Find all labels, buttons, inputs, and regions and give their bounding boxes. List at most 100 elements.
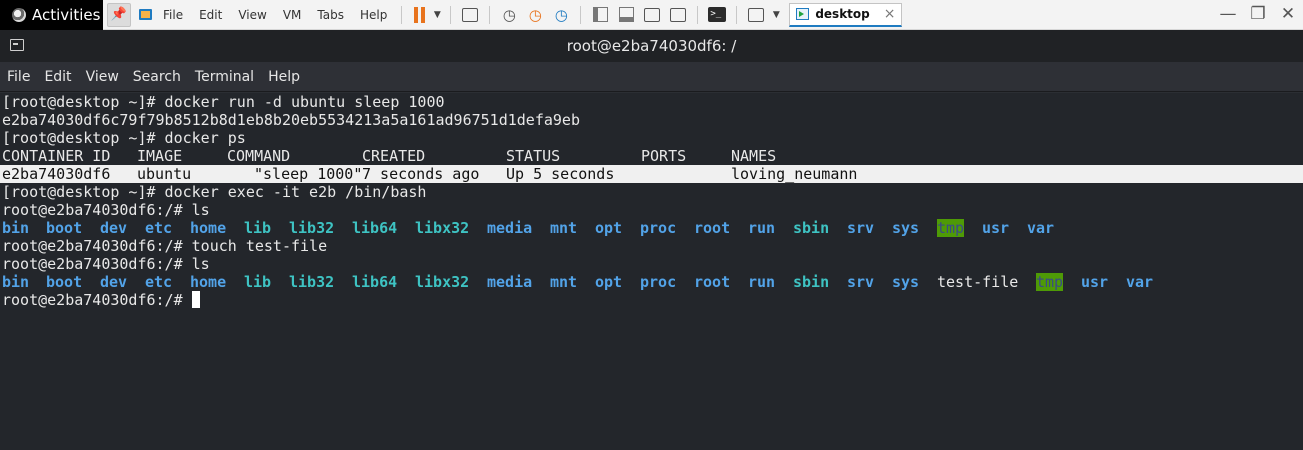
terminal-titlebar: root@e2ba74030df6: / [0, 30, 1303, 62]
ps-header-container-id: CONTAINER ID [2, 147, 111, 165]
docker-ps-row[interactable]: e2ba74030df6 ubuntu "sleep 1000" 7 secon… [2, 165, 1302, 183]
snapshot-icon[interactable]: ◷ [496, 3, 522, 27]
revert-snapshot-icon[interactable]: ◷ [522, 3, 548, 27]
ls-entry: libx32 [415, 219, 470, 237]
menu-file[interactable]: File [155, 3, 191, 27]
ls-entry: var [1126, 273, 1154, 291]
vm-tab-label: desktop [815, 7, 870, 21]
show-library-icon[interactable] [587, 3, 613, 27]
show-thumbnail-bar-icon[interactable] [613, 3, 639, 27]
ls-entry: lib [244, 219, 272, 237]
docker-ps-header: CONTAINER ID IMAGE COMMAND CREATED STATU… [2, 147, 1302, 165]
ls-entry: mnt [550, 273, 578, 291]
terminal-menu-view[interactable]: View [79, 69, 126, 85]
vmware-toolbar: 📌 File Edit View VM Tabs Help ▼ ◷ ◷ ◷ >_… [103, 0, 1303, 30]
ps-header-image: IMAGE [137, 147, 183, 165]
terminal-menu-help[interactable]: Help [261, 69, 307, 85]
terminal-menu-file[interactable]: File [0, 69, 37, 85]
ls-entry: sys [892, 273, 920, 291]
ls-entry: media [487, 219, 533, 237]
ls-entry: media [487, 273, 533, 291]
ls-entry: proc [640, 273, 677, 291]
ps-header-command: COMMAND [227, 147, 291, 165]
gnome-logo-icon [12, 8, 26, 22]
ls-entry: lib [244, 273, 272, 291]
ls-entry: run [748, 273, 776, 291]
maximize-icon[interactable]: ❐ [1243, 4, 1273, 24]
menu-edit[interactable]: Edit [191, 3, 230, 27]
terminal-output[interactable]: [root@desktop ~]# docker run -d ubuntu s… [0, 93, 1303, 450]
menu-vm[interactable]: VM [275, 3, 310, 27]
terminal-window-icon[interactable] [10, 39, 24, 51]
ps-cell-container-id: e2ba74030df6 [2, 165, 111, 183]
chevron-down-icon[interactable]: ▼ [769, 3, 783, 27]
toolbar-separator [489, 5, 491, 24]
ps-header-ports: PORTS [641, 147, 687, 165]
text-cursor [191, 291, 200, 308]
ps-header-status: STATUS [506, 147, 561, 165]
ls-entry: opt [595, 273, 623, 291]
ls-entry: bin [2, 273, 30, 291]
terminal-menu-edit[interactable]: Edit [37, 69, 78, 85]
ls-output-2: bin boot dev etc home lib lib32 lib64 li… [2, 273, 1302, 291]
vm-running-icon [796, 8, 810, 20]
full-screen-icon[interactable] [639, 3, 665, 27]
terminal-line: [root@desktop ~]# docker exec -it e2b /b… [2, 183, 427, 201]
stretch-guest-icon[interactable] [743, 3, 769, 27]
ls-entry: srv [847, 219, 875, 237]
terminal-line: [root@desktop ~]# docker ps [2, 129, 246, 147]
ls-entry: boot [46, 219, 83, 237]
menu-view[interactable]: View [230, 3, 274, 27]
ls-entry: usr [1081, 273, 1109, 291]
ls-entry: bin [2, 219, 30, 237]
ls-entry: root [694, 273, 731, 291]
terminal-line: e2ba74030df6c79f79b8512b8d1eb8b20eb55342… [2, 111, 580, 129]
ls-entry: dev [100, 273, 128, 291]
ls-entry: sys [892, 219, 920, 237]
top-bar: Activities 📌 File Edit View VM Tabs Help… [0, 0, 1303, 30]
ls-entry: tmp [937, 219, 965, 237]
ls-entry: run [748, 219, 776, 237]
terminal-menu-terminal[interactable]: Terminal [188, 69, 261, 85]
ls-entry: etc [145, 219, 173, 237]
close-icon[interactable]: × [884, 6, 896, 22]
ls-entry: opt [595, 219, 623, 237]
ls-entry: boot [46, 273, 83, 291]
ls-entry: lib64 [352, 273, 398, 291]
ps-cell-status: Up 5 seconds [506, 165, 615, 183]
snapshot-manager-icon[interactable]: ◷ [548, 3, 574, 27]
ps-header-names: NAMES [731, 147, 777, 165]
terminal-menu-search[interactable]: Search [126, 69, 188, 85]
menu-tabs[interactable]: Tabs [309, 3, 352, 27]
vmware-logo-icon[interactable] [135, 3, 155, 27]
unity-icon[interactable] [665, 3, 691, 27]
activities-label: Activities [32, 6, 101, 24]
console-view-icon[interactable]: >_ [704, 3, 730, 27]
chevron-down-icon[interactable]: ▼ [430, 3, 444, 27]
send-ctrl-alt-del-icon[interactable] [457, 3, 483, 27]
ps-cell-image: ubuntu [137, 165, 192, 183]
menu-help[interactable]: Help [352, 3, 395, 27]
ls-entry: tmp [1036, 273, 1064, 291]
toolbar-separator [450, 5, 452, 24]
ls-entry: etc [145, 273, 173, 291]
pin-icon[interactable]: 📌 [107, 2, 131, 27]
ls-entry: proc [640, 219, 677, 237]
prompt-text: root@e2ba74030df6:/# [2, 291, 192, 309]
activities-button[interactable]: Activities [0, 0, 103, 30]
ls-entry: home [190, 273, 227, 291]
window-title: root@e2ba74030df6: / [566, 37, 737, 55]
pause-icon[interactable] [408, 3, 430, 27]
minimize-icon[interactable]: — [1213, 4, 1243, 24]
ls-entry: usr [982, 219, 1010, 237]
toolbar-separator [401, 5, 403, 24]
ps-header-created: CREATED [362, 147, 426, 165]
toolbar-separator [580, 5, 582, 24]
toolbar-separator [697, 5, 699, 24]
ls-entry: sbin [793, 273, 830, 291]
close-window-icon[interactable]: ✕ [1273, 4, 1303, 24]
ls-entry: home [190, 219, 227, 237]
current-prompt[interactable]: root@e2ba74030df6:/# [2, 291, 200, 309]
ls-entry: var [1027, 219, 1055, 237]
vm-tab-desktop[interactable]: desktop × [789, 2, 903, 27]
